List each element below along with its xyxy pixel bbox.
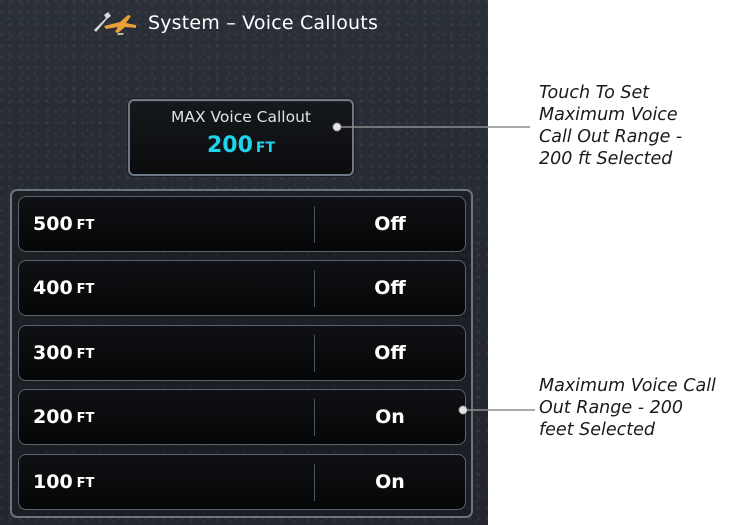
altitude-value: 500 [33, 213, 73, 235]
annotation-range-selected: Maximum Voice Call Out Range - 200 feet … [539, 375, 716, 441]
row-state: On [375, 471, 405, 493]
row-state: On [375, 406, 405, 428]
row-state: Off [374, 277, 406, 299]
annotation-line: Call Out Range - [539, 127, 683, 147]
row-altitude: 400 FT [33, 261, 94, 315]
altitude-unit: FT [76, 282, 95, 297]
row-altitude: 300 FT [33, 326, 94, 380]
callout-row-200[interactable]: 200 FT On [18, 389, 466, 445]
title-bar: System – Voice Callouts [0, 0, 488, 46]
altitude-value: 400 [33, 277, 73, 299]
max-voice-callout-button[interactable]: MAX Voice Callout 200 FT [128, 99, 354, 176]
voice-callouts-screen: System – Voice Callouts MAX Voice Callou… [0, 0, 488, 525]
altitude-unit: FT [76, 411, 95, 426]
altitude-value: 100 [33, 471, 73, 493]
annotation-line: Maximum Voice [539, 105, 678, 125]
wrench-airplane-icon [93, 12, 136, 35]
altitude-value: 200 [33, 406, 73, 428]
row-altitude: 200 FT [33, 390, 94, 444]
annotation-line: Out Range - 200 [539, 398, 683, 418]
max-voice-callout-unit: FT [255, 140, 276, 156]
max-voice-callout-number: 200 [206, 133, 253, 158]
altitude-value: 300 [33, 342, 73, 364]
row-state: Off [374, 213, 406, 235]
annotation-line: Maximum Voice Call [539, 376, 716, 396]
page-title: System – Voice Callouts [147, 12, 379, 34]
altitude-unit: FT [76, 476, 95, 491]
callout-row-300[interactable]: 300 FT Off [18, 325, 466, 381]
annotation-line: Touch To Set [539, 83, 650, 103]
altitude-unit: FT [76, 347, 95, 362]
row-state: Off [374, 342, 406, 364]
altitude-unit: FT [76, 218, 95, 233]
annotation-line: 200 ft Selected [539, 149, 673, 169]
callout-row-500[interactable]: 500 FT Off [18, 196, 466, 252]
max-voice-callout-value: 200 FT [130, 133, 352, 158]
annotation-max-callout: Touch To Set Maximum Voice Call Out Rang… [539, 82, 682, 170]
row-altitude: 100 FT [33, 455, 94, 509]
callout-row-100[interactable]: 100 FT On [18, 454, 466, 510]
max-voice-callout-label: MAX Voice Callout [170, 108, 311, 126]
annotation-line: feet Selected [539, 420, 655, 440]
callout-row-400[interactable]: 400 FT Off [18, 260, 466, 316]
row-altitude: 500 FT [33, 197, 94, 251]
